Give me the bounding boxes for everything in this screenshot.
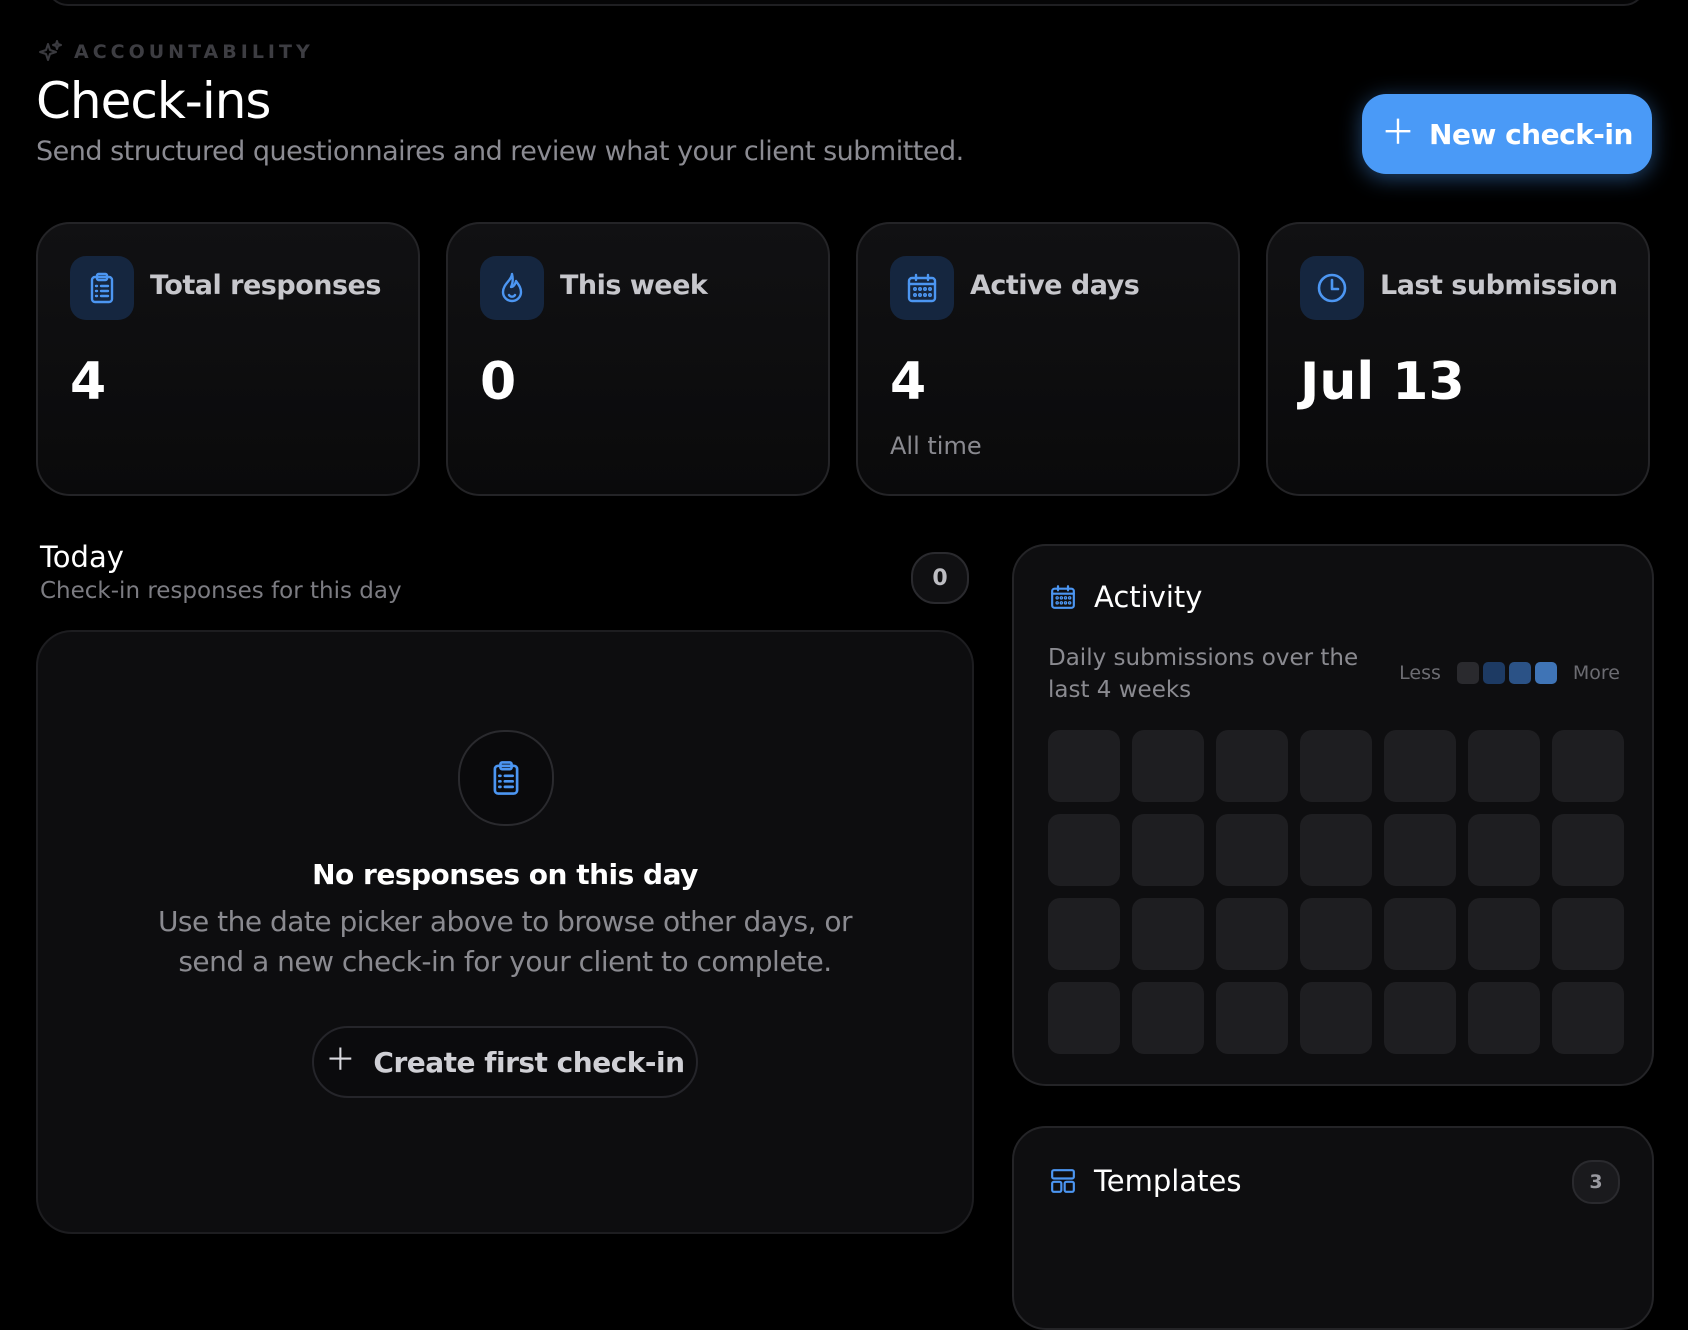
activity-day-cell [1132,814,1204,886]
activity-day-cell [1384,982,1456,1054]
create-first-check-in-label: Create first check-in [373,1045,685,1079]
activity-day-cell [1048,730,1120,802]
stat-value: Jul 13 [1300,352,1465,412]
stat-label: This week [560,270,708,301]
templates-count-badge: 3 [1572,1160,1620,1204]
clock-icon [1317,273,1347,303]
today-subtitle: Check-in responses for this day [40,578,402,604]
activity-day-cell [1468,898,1540,970]
top-bar [46,0,1646,6]
stat-value: 0 [480,352,517,412]
stat-card-total-responses: Total responses 4 [36,222,420,496]
activity-day-cell [1216,982,1288,1054]
layout-template-icon [1051,1169,1075,1193]
activity-day-cell [1048,814,1120,886]
activity-day-cell [1552,898,1624,970]
activity-day-cell [1468,730,1540,802]
activity-day-cell [1216,898,1288,970]
empty-state-title: No responses on this day [312,858,698,891]
stat-value: 4 [890,352,927,412]
activity-day-cell [1216,814,1288,886]
legend-more-label: More [1572,662,1620,684]
sparkles-icon [39,40,62,61]
legend-swatch [1534,662,1557,684]
activity-description: Daily submissions over the last 4 weeks [1048,645,1359,703]
stats-row: Total responses 4 This week 0 Active day… [36,222,1652,496]
legend-less-label: Less [1399,662,1441,684]
stat-label: Active days [970,270,1140,301]
empty-state-description: Use the date picker above to browse othe… [157,905,853,978]
eyebrow: ACCOUNTABILITY [36,38,314,66]
activity-day-cell [1048,982,1120,1054]
page-subtitle: Send structured questionnaires and revie… [36,136,964,167]
activity-day-cell [1552,982,1624,1054]
activity-day-cell [1300,814,1372,886]
activity-heatmap-grid [1048,730,1624,1054]
eyebrow-label: ACCOUNTABILITY [74,41,314,63]
new-check-in-label: New check-in [1429,117,1633,151]
legend-swatch [1508,662,1531,684]
activity-day-cell [1552,814,1624,886]
stat-card-this-week: This week 0 [446,222,830,496]
clipboard-list-icon [493,761,519,795]
activity-day-cell [1132,730,1204,802]
flame-icon [501,272,523,303]
activity-day-cell [1300,982,1372,1054]
templates-title: Templates [1094,1164,1242,1198]
activity-day-cell [1300,730,1372,802]
today-title: Today [40,540,124,574]
stat-card-active-days: Active days 4 All time [856,222,1240,496]
empty-state-card: No responses on this day Use the date pi… [36,630,974,1234]
stat-sub: All time [890,432,982,460]
activity-day-cell [1132,898,1204,970]
activity-day-cell [1468,982,1540,1054]
activity-card: Activity Daily submissions over the last… [1012,544,1654,1086]
activity-day-cell [1384,814,1456,886]
today-count-badge: 0 [911,552,969,604]
legend-swatch [1456,662,1479,684]
stat-card-last-submission: Last submission Jul 13 [1266,222,1650,496]
activity-day-cell [1132,982,1204,1054]
activity-title: Activity [1094,580,1203,614]
stat-value: 4 [70,352,107,412]
page-title: Check-ins [36,72,271,130]
stat-label: Total responses [150,270,381,301]
clipboard-list-icon [90,272,114,304]
activity-day-cell [1468,814,1540,886]
page-header: ACCOUNTABILITY Check-ins Send structured… [36,36,1652,176]
templates-card: Templates 3 [1012,1126,1654,1330]
stat-label: Last submission [1380,270,1618,301]
activity-legend: Less More [1399,662,1620,684]
plus-icon: ＋ [1381,113,1416,152]
activity-day-cell [1216,730,1288,802]
activity-day-cell [1384,898,1456,970]
calendar-icon [1051,585,1075,609]
new-check-in-button[interactable]: ＋ New check-in [1362,94,1652,174]
create-first-check-in-button[interactable]: ＋ Create first check-in [312,1026,698,1098]
activity-day-cell [1552,730,1624,802]
plus-icon: ＋ [325,1043,356,1077]
activity-day-cell [1048,898,1120,970]
today-section-header: Today Check-in responses for this day [40,540,402,604]
legend-swatch [1482,662,1505,684]
calendar-icon [907,273,937,303]
activity-day-cell [1300,898,1372,970]
activity-day-cell [1384,730,1456,802]
